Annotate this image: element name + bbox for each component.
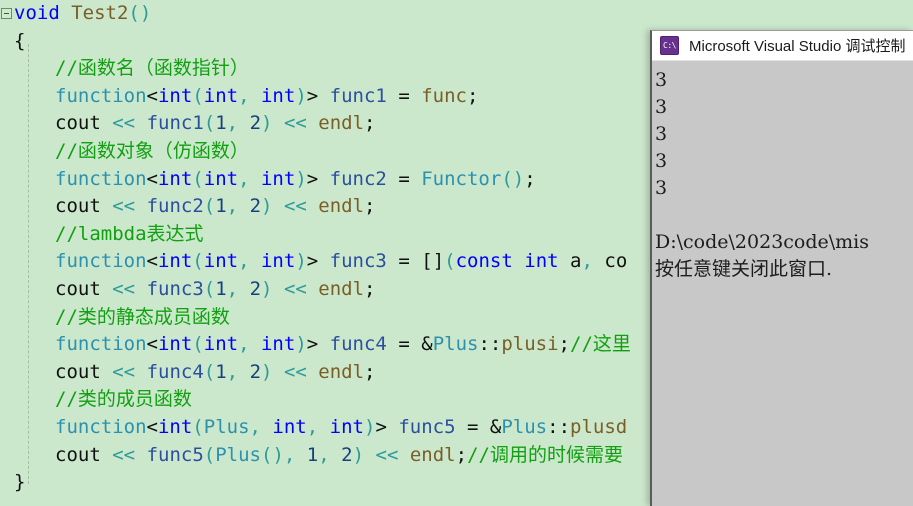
code-line[interactable]: void Test2() — [0, 0, 913, 28]
console-output-line: 3 — [655, 123, 668, 145]
console-output-line: D:\code\2023code\mis — [655, 231, 870, 253]
console-output-line: 按任意键关闭此窗口. — [655, 258, 833, 280]
console-title-label: Microsoft Visual Studio 调试控制 — [689, 38, 906, 55]
console-output-line: 3 — [655, 150, 668, 172]
console-output-line: 3 — [655, 96, 668, 118]
console-output-line: 3 — [655, 177, 668, 199]
console-icon-glyph: C:\ — [663, 40, 676, 50]
console-app-icon: C:\ — [660, 36, 679, 55]
debug-console-window[interactable]: C:\ Microsoft Visual Studio 调试控制 3 3 3 3 3 D:… — [650, 30, 913, 506]
console-title-bar[interactable]: C:\ Microsoft Visual Studio 调试控制 — [652, 31, 913, 61]
screenshot-root: void Test2(){//函数名（函数指针） function<int(int… — [0, 0, 913, 506]
console-output-area[interactable]: 3 3 3 3 3 D:\code\2023code\mis 按任意键关闭此窗口. — [652, 61, 913, 506]
console-output-line: 3 — [655, 69, 668, 91]
